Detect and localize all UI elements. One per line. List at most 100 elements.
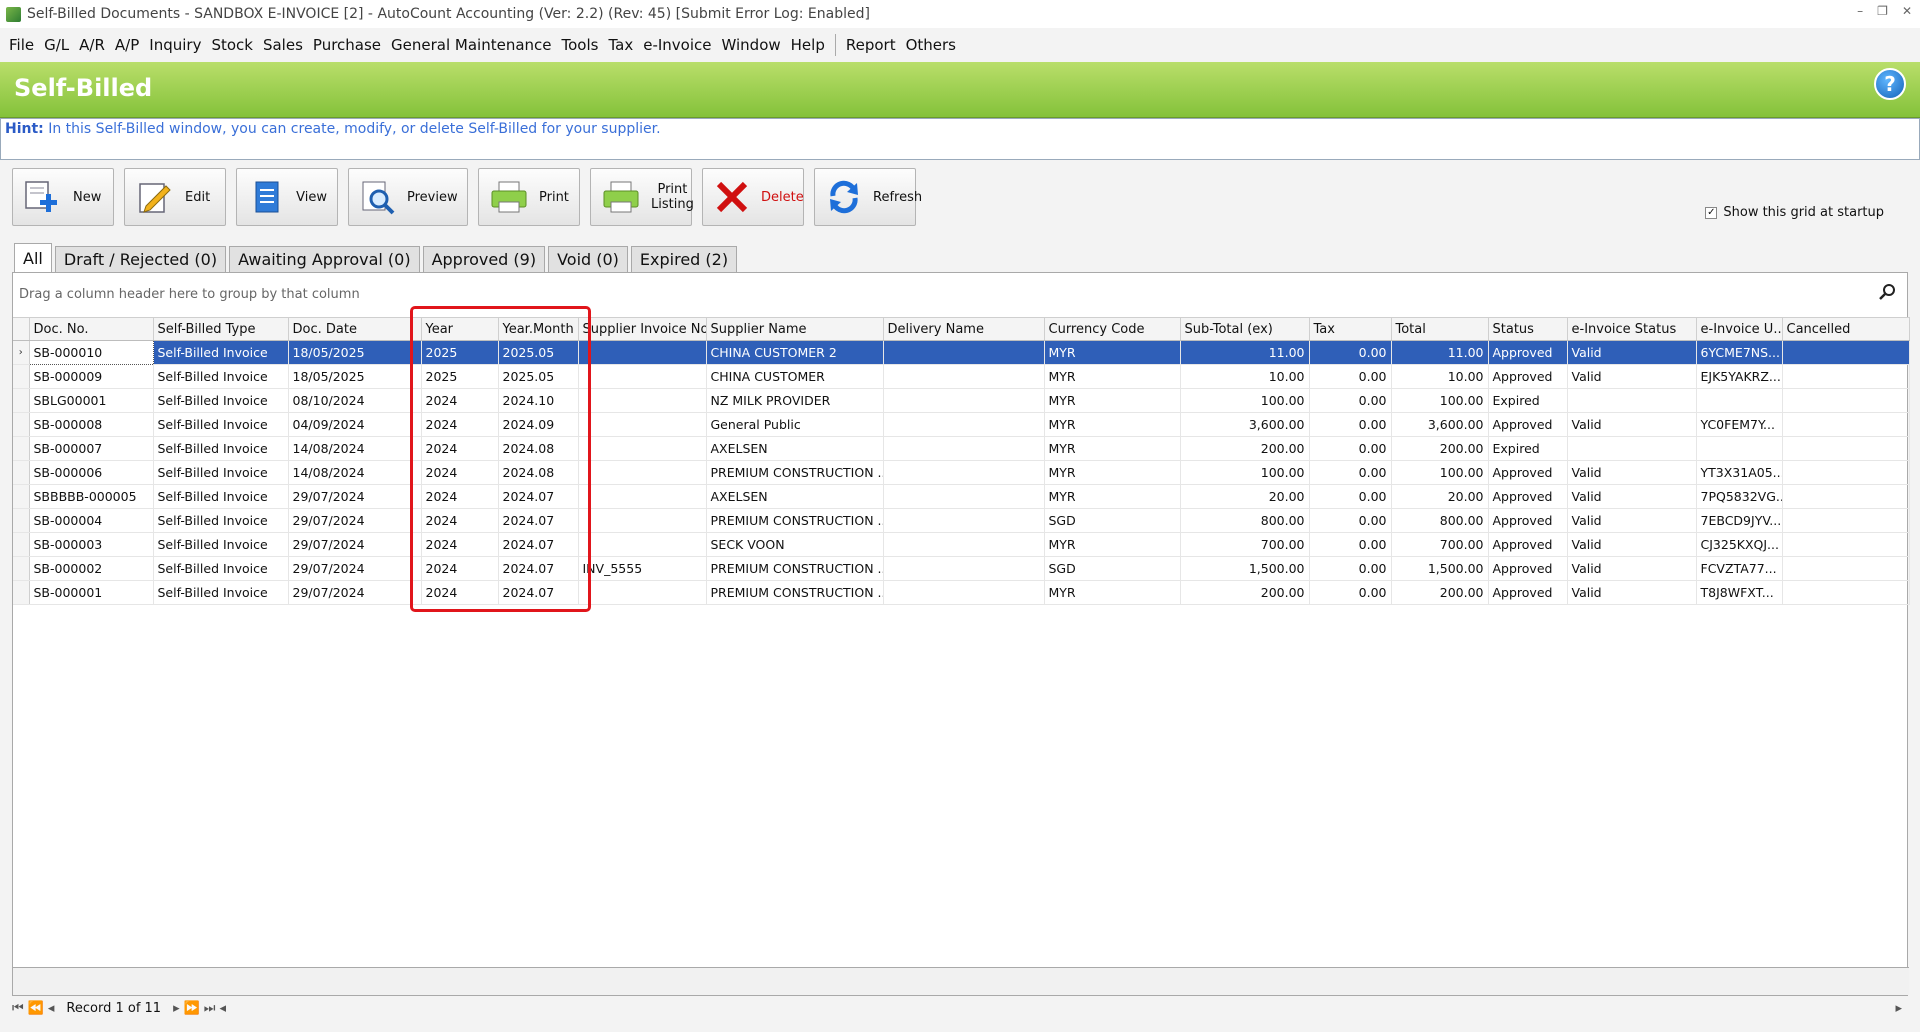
table-cell[interactable]: 2024.08 — [498, 460, 579, 485]
table-row[interactable]: SB-000006 Self-Billed Invoice 14/08/2024 20… — [13, 460, 1910, 485]
table-cell[interactable] — [1782, 484, 1910, 509]
table-cell[interactable]: 18/05/2025 — [288, 364, 422, 389]
column-header[interactable]: Doc. No. — [29, 317, 154, 341]
table-cell[interactable]: 29/07/2024 — [288, 532, 422, 557]
refresh-button[interactable]: Refresh — [814, 168, 922, 226]
table-cell[interactable]: Approved — [1488, 364, 1568, 389]
table-cell[interactable]: Expired — [1488, 436, 1568, 461]
menu-gl[interactable]: G/L — [39, 36, 74, 54]
edit-button[interactable]: Edit — [124, 168, 226, 226]
table-cell[interactable]: PREMIUM CONSTRUCTION ... — [706, 580, 884, 605]
table-cell[interactable]: 29/07/2024 — [288, 580, 422, 605]
table-cell[interactable]: 0.00 — [1309, 532, 1392, 557]
table-cell[interactable]: PREMIUM CONSTRUCTION ... — [706, 460, 884, 485]
table-cell[interactable]: YT3X31A05... — [1696, 460, 1783, 485]
table-cell[interactable]: Approved — [1488, 580, 1568, 605]
table-cell[interactable]: SBLG00001 — [29, 388, 154, 413]
table-cell[interactable]: Self-Billed Invoice — [153, 580, 289, 605]
table-cell[interactable]: 08/10/2024 — [288, 388, 422, 413]
table-cell[interactable]: 20.00 — [1180, 484, 1310, 509]
first-record-icon[interactable]: ⏮ — [12, 1001, 24, 1016]
prev-record-icon[interactable]: ◂ — [48, 1001, 55, 1016]
table-row[interactable]: SB-000002 Self-Billed Invoice 29/07/2024 20… — [13, 556, 1910, 581]
table-cell[interactable] — [1782, 388, 1910, 413]
table-cell[interactable]: 2024.07 — [498, 580, 579, 605]
table-row[interactable]: SB-000008 Self-Billed Invoice 04/09/2024 20… — [13, 412, 1910, 437]
tab-void[interactable]: Void (0) — [548, 246, 628, 272]
table-cell[interactable] — [578, 388, 707, 413]
prev-page-icon[interactable]: ⏪ — [28, 1001, 44, 1016]
table-cell[interactable]: 800.00 — [1391, 508, 1489, 533]
table-cell[interactable]: 2024 — [421, 580, 499, 605]
table-cell[interactable]: MYR — [1044, 340, 1181, 365]
table-cell[interactable]: Valid — [1567, 508, 1697, 533]
table-cell[interactable] — [1782, 436, 1910, 461]
table-cell[interactable]: Valid — [1567, 340, 1697, 365]
table-cell[interactable]: Approved — [1488, 484, 1568, 509]
column-header[interactable]: Supplier Invoice No. — [578, 317, 707, 341]
column-header[interactable]: Cancelled — [1782, 317, 1910, 341]
table-cell[interactable]: AXELSEN — [706, 484, 884, 509]
row-indicator[interactable] — [13, 580, 30, 605]
table-cell[interactable]: Approved — [1488, 460, 1568, 485]
table-cell[interactable]: 0.00 — [1309, 580, 1392, 605]
tab-expired[interactable]: Expired (2) — [630, 246, 738, 272]
table-cell[interactable]: Self-Billed Invoice — [153, 436, 289, 461]
table-cell[interactable] — [883, 484, 1045, 509]
table-cell[interactable]: SB-000010 — [28, 340, 154, 365]
table-cell[interactable]: 7EBCD9JYV... — [1696, 508, 1783, 533]
table-cell[interactable] — [1567, 436, 1697, 461]
table-cell[interactable]: 0.00 — [1309, 340, 1392, 365]
table-cell[interactable] — [1782, 460, 1910, 485]
table-cell[interactable]: 0.00 — [1309, 484, 1392, 509]
table-cell[interactable]: 0.00 — [1309, 556, 1392, 581]
table-cell[interactable]: SB-000009 — [29, 364, 154, 389]
table-cell[interactable]: SB-000006 — [29, 460, 154, 485]
table-cell[interactable] — [578, 484, 707, 509]
menu-stock[interactable]: Stock — [206, 36, 258, 54]
table-cell[interactable]: 2024 — [421, 412, 499, 437]
table-cell[interactable]: 11.00 — [1180, 340, 1310, 365]
menu-window[interactable]: Window — [717, 36, 786, 54]
table-cell[interactable]: 04/09/2024 — [288, 412, 422, 437]
tab-awaiting-approval[interactable]: Awaiting Approval (0) — [229, 246, 420, 272]
table-cell[interactable] — [578, 412, 707, 437]
table-cell[interactable]: 1,500.00 — [1391, 556, 1489, 581]
table-cell[interactable]: CHINA CUSTOMER 2 — [706, 340, 884, 365]
table-cell[interactable]: 2024 — [421, 484, 499, 509]
table-cell[interactable] — [1782, 412, 1910, 437]
table-cell[interactable] — [578, 460, 707, 485]
table-cell[interactable] — [578, 436, 707, 461]
table-cell[interactable]: Valid — [1567, 532, 1697, 557]
table-row[interactable]: SBLG00001 Self-Billed Invoice 08/10/2024 20… — [13, 388, 1910, 413]
table-cell[interactable] — [578, 364, 707, 389]
table-cell[interactable] — [1782, 508, 1910, 533]
table-row[interactable]: SBBBBB-000005 Self-Billed Invoice 29/07/20… — [13, 484, 1910, 509]
table-cell[interactable] — [578, 532, 707, 557]
table-cell[interactable]: 29/07/2024 — [288, 556, 422, 581]
table-cell[interactable]: 2024.07 — [498, 532, 579, 557]
table-cell[interactable]: 800.00 — [1180, 508, 1310, 533]
table-cell[interactable] — [883, 436, 1045, 461]
column-header[interactable]: e-Invoice Status — [1567, 317, 1697, 341]
menu-sales[interactable]: Sales — [258, 36, 308, 54]
table-cell[interactable]: MYR — [1044, 388, 1181, 413]
row-indicator[interactable] — [13, 364, 30, 389]
table-cell[interactable] — [1782, 532, 1910, 557]
table-cell[interactable]: 6YCME7NS... — [1696, 340, 1783, 365]
table-cell[interactable]: 2025.05 — [498, 364, 579, 389]
menu-ap[interactable]: A/P — [110, 36, 144, 54]
table-cell[interactable]: Self-Billed Invoice — [153, 412, 289, 437]
column-header[interactable]: Self-Billed Type — [153, 317, 289, 341]
table-cell[interactable]: 1,500.00 — [1180, 556, 1310, 581]
table-cell[interactable]: Valid — [1567, 580, 1697, 605]
table-cell[interactable]: MYR — [1044, 532, 1181, 557]
row-indicator[interactable] — [13, 532, 30, 557]
table-cell[interactable]: 200.00 — [1180, 436, 1310, 461]
table-cell[interactable]: EJK5YAKRZ... — [1696, 364, 1783, 389]
table-cell[interactable]: Self-Billed Invoice — [153, 364, 289, 389]
column-header[interactable]: Tax — [1309, 317, 1392, 341]
table-cell[interactable]: 2024.08 — [498, 436, 579, 461]
delete-button[interactable]: Delete — [702, 168, 804, 226]
table-cell[interactable]: 29/07/2024 — [288, 484, 422, 509]
